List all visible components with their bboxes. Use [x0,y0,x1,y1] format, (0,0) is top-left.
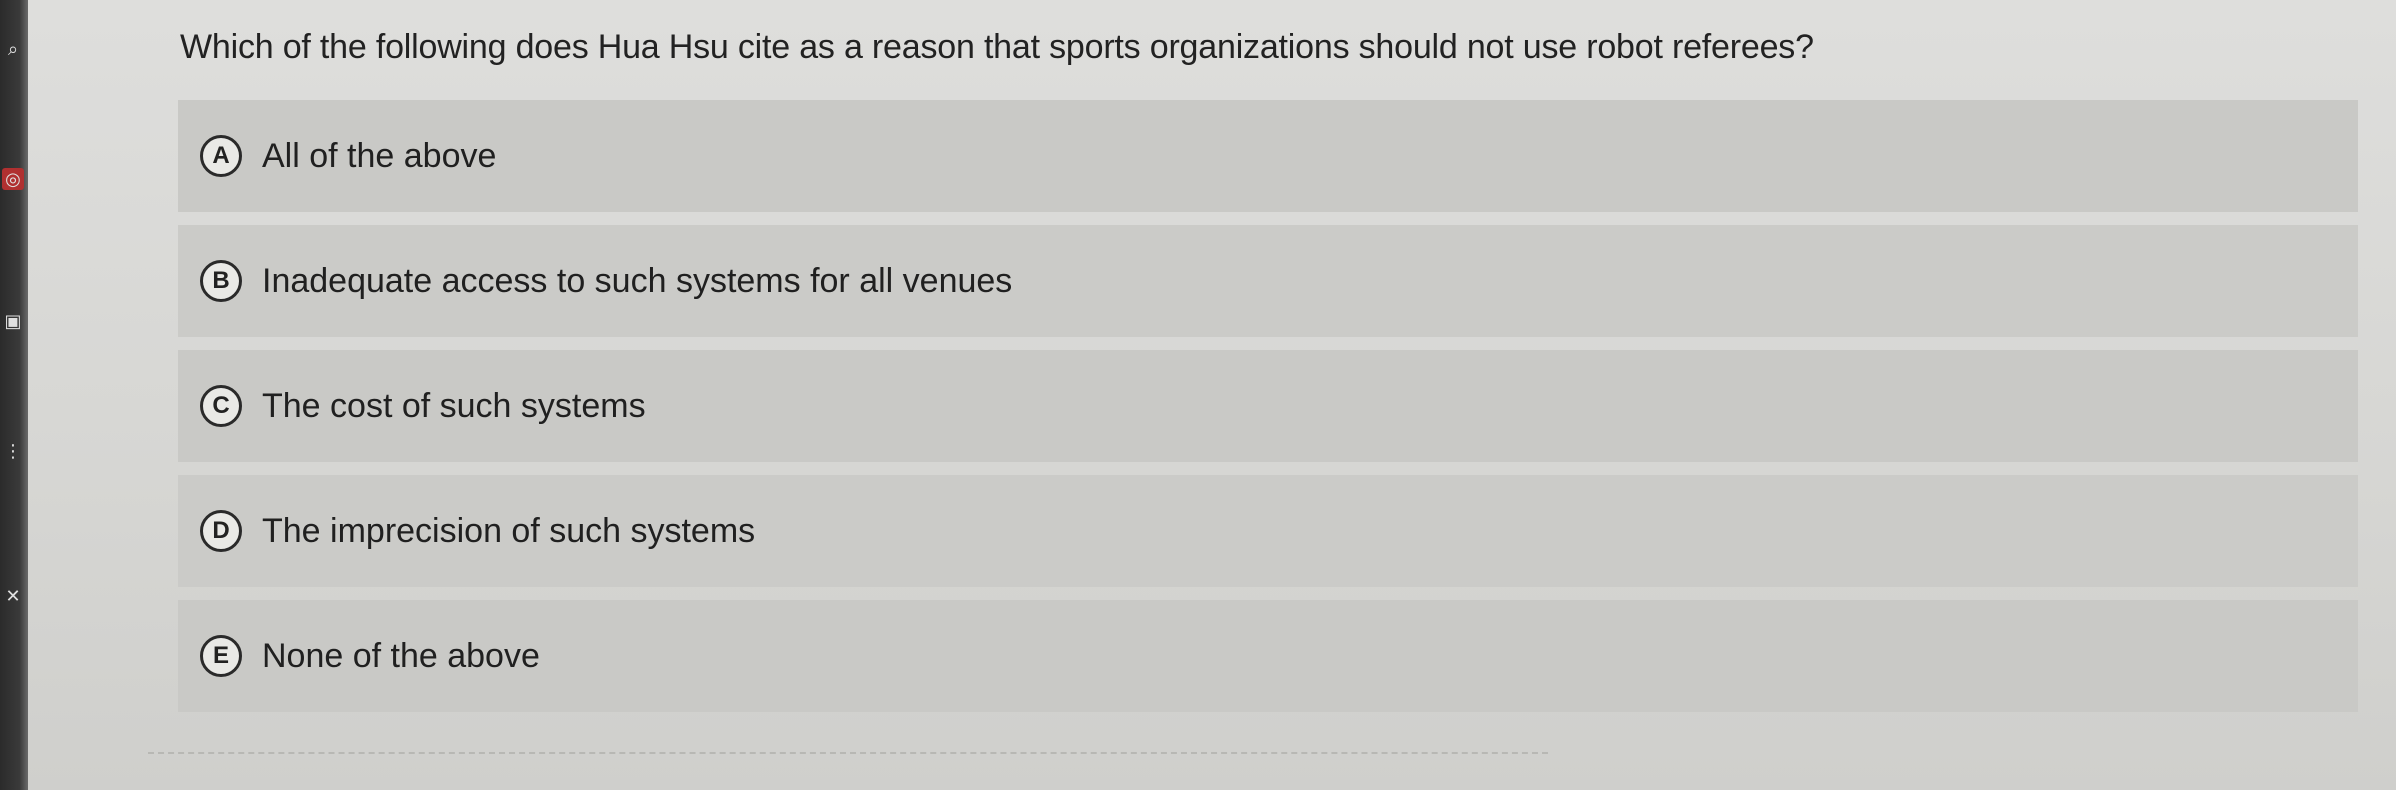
question-text: Which of the following does Hua Hsu cite… [180,28,1814,66]
answer-options: A All of the above B Inadequate access t… [178,100,2358,725]
option-c-label: The cost of such systems [262,386,646,425]
option-c-badge[interactable]: C [200,385,242,427]
option-b-badge[interactable]: B [200,260,242,302]
search-icon[interactable]: ⌕ [2,38,24,60]
box-icon[interactable]: ▣ [2,310,24,332]
option-c[interactable]: C The cost of such systems [178,350,2358,462]
option-e-label: None of the above [262,636,540,675]
option-d-badge[interactable]: D [200,510,242,552]
close-icon[interactable]: ✕ [2,585,24,607]
dots-icon[interactable]: ⋮ [2,440,24,462]
option-b-label: Inadequate access to such systems for al… [262,261,1013,300]
option-d[interactable]: D The imprecision of such systems [178,475,2358,587]
option-a[interactable]: A All of the above [178,100,2358,212]
quiz-page: Which of the following does Hua Hsu cite… [28,0,2396,790]
left-sidebar: ⌕ ◎ ▣ ⋮ ✕ [0,0,28,790]
option-d-label: The imprecision of such systems [262,511,756,550]
option-e-badge[interactable]: E [200,635,242,677]
option-b[interactable]: B Inadequate access to such systems for … [178,225,2358,337]
option-e[interactable]: E None of the above [178,600,2358,712]
divider [148,752,1548,754]
option-a-label: All of the above [262,136,497,175]
option-a-badge[interactable]: A [200,135,242,177]
globe-icon[interactable]: ◎ [2,168,24,190]
